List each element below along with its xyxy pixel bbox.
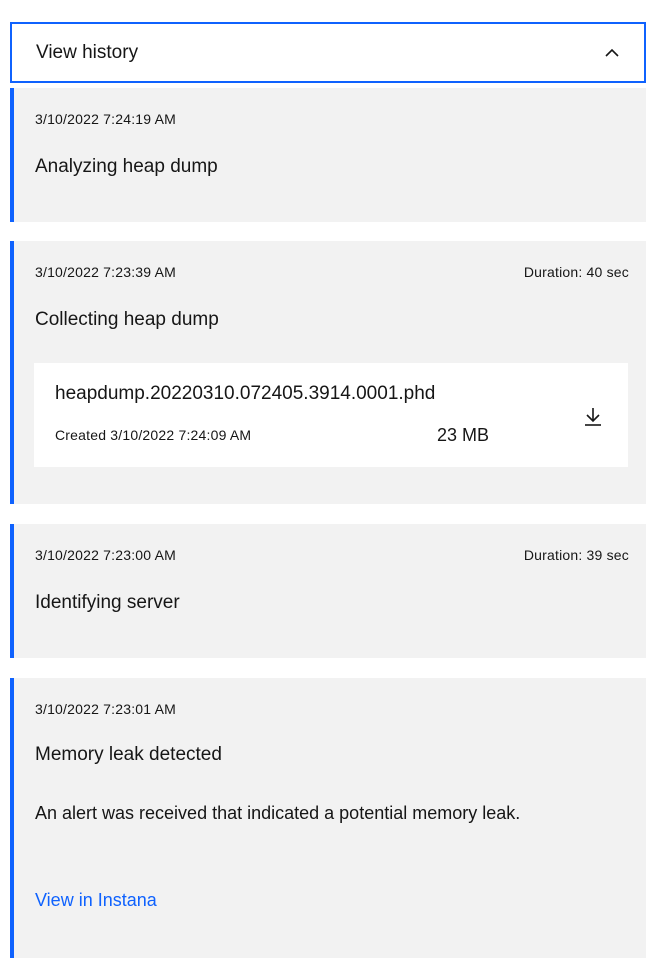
history-entry: 3/10/2022 7:23:01 AM Memory leak detecte…: [10, 678, 646, 958]
entry-title: Collecting heap dump: [35, 309, 219, 330]
history-entry: 3/10/2022 7:23:00 AM Duration: 39 sec Id…: [10, 524, 646, 658]
accordion-title: View history: [36, 41, 139, 63]
file-size: 23 MB: [437, 425, 490, 445]
entry-timestamp: 3/10/2022 7:23:00 AM: [35, 547, 176, 563]
entry-timestamp: 3/10/2022 7:23:39 AM: [35, 264, 176, 280]
view-in-instana-link[interactable]: View in Instana: [35, 890, 157, 911]
entry-timestamp: 3/10/2022 7:24:19 AM: [35, 111, 176, 127]
entry-title: Identifying server: [35, 592, 180, 613]
file-created: Created 3/10/2022 7:24:09 AM: [55, 427, 252, 443]
file-name: heapdump.20220310.072405.3914.0001.phd: [55, 383, 436, 404]
history-entry: 3/10/2022 7:24:19 AM Analyzing heap dump: [10, 88, 646, 222]
entry-title: Memory leak detected: [35, 744, 222, 765]
entry-duration: Duration: 40 sec: [523, 264, 629, 280]
history-entry: 3/10/2022 7:23:39 AM Duration: 40 sec Co…: [10, 241, 646, 504]
entry-description: An alert was received that indicated a p…: [35, 803, 521, 823]
download-icon[interactable]: [579, 403, 607, 431]
file-tile: heapdump.20220310.072405.3914.0001.phd C…: [34, 363, 628, 467]
entry-timestamp: 3/10/2022 7:23:01 AM: [35, 701, 176, 717]
view-history-accordion-header[interactable]: View history: [10, 22, 646, 83]
entry-duration: Duration: 39 sec: [523, 547, 629, 563]
chevron-up-icon[interactable]: [604, 45, 620, 61]
entry-title: Analyzing heap dump: [35, 156, 218, 177]
